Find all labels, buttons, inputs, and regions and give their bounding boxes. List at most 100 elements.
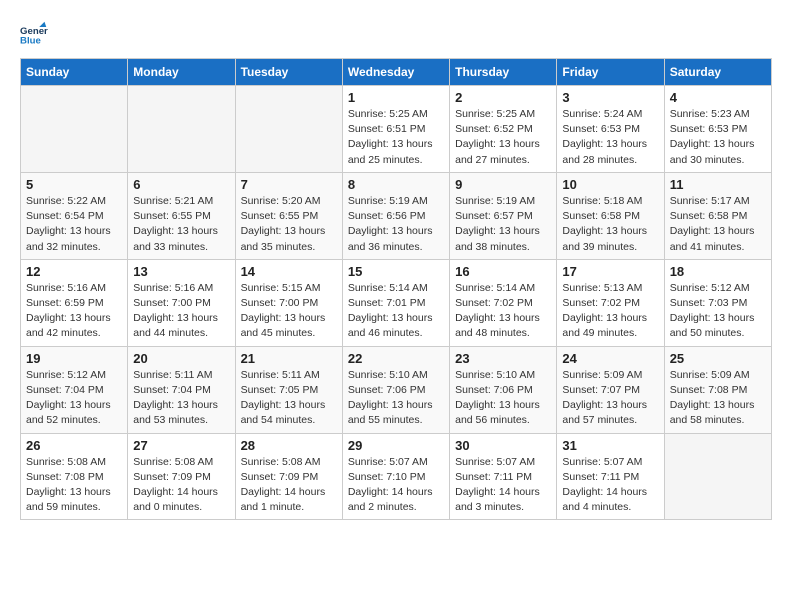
calendar-day-cell: 19 Sunrise: 5:12 AM Sunset: 7:04 PM Dayli…: [21, 346, 128, 433]
calendar-day-cell: 1 Sunrise: 5:25 AM Sunset: 6:51 PM Daylig…: [342, 86, 449, 173]
calendar-week-row: 5 Sunrise: 5:22 AM Sunset: 6:54 PM Daylig…: [21, 172, 772, 259]
day-info: Sunrise: 5:12 AM Sunset: 7:04 PM Dayligh…: [26, 368, 122, 429]
calendar-day-cell: 14 Sunrise: 5:15 AM Sunset: 7:00 PM Dayli…: [235, 259, 342, 346]
day-info: Sunrise: 5:25 AM Sunset: 6:52 PM Dayligh…: [455, 107, 551, 168]
day-number: 19: [26, 351, 122, 366]
day-number: 21: [241, 351, 337, 366]
logo: General Blue: [20, 20, 52, 48]
day-number: 2: [455, 90, 551, 105]
day-info: Sunrise: 5:10 AM Sunset: 7:06 PM Dayligh…: [455, 368, 551, 429]
day-number: 1: [348, 90, 444, 105]
calendar-day-cell: [128, 86, 235, 173]
day-number: 27: [133, 438, 229, 453]
calendar-day-cell: 6 Sunrise: 5:21 AM Sunset: 6:55 PM Daylig…: [128, 172, 235, 259]
day-info: Sunrise: 5:11 AM Sunset: 7:05 PM Dayligh…: [241, 368, 337, 429]
day-number: 31: [562, 438, 658, 453]
day-info: Sunrise: 5:13 AM Sunset: 7:02 PM Dayligh…: [562, 281, 658, 342]
calendar-day-cell: 31 Sunrise: 5:07 AM Sunset: 7:11 PM Dayli…: [557, 433, 664, 520]
calendar-table: SundayMondayTuesdayWednesdayThursdayFrid…: [20, 58, 772, 520]
calendar-week-row: 26 Sunrise: 5:08 AM Sunset: 7:08 PM Dayli…: [21, 433, 772, 520]
calendar-day-cell: 25 Sunrise: 5:09 AM Sunset: 7:08 PM Dayli…: [664, 346, 771, 433]
calendar-day-cell: [664, 433, 771, 520]
day-number: 25: [670, 351, 766, 366]
calendar-day-cell: 18 Sunrise: 5:12 AM Sunset: 7:03 PM Dayli…: [664, 259, 771, 346]
day-number: 4: [670, 90, 766, 105]
day-number: 29: [348, 438, 444, 453]
day-info: Sunrise: 5:08 AM Sunset: 7:09 PM Dayligh…: [133, 455, 229, 516]
calendar-day-cell: 2 Sunrise: 5:25 AM Sunset: 6:52 PM Daylig…: [450, 86, 557, 173]
calendar-day-cell: 7 Sunrise: 5:20 AM Sunset: 6:55 PM Daylig…: [235, 172, 342, 259]
calendar-day-cell: 30 Sunrise: 5:07 AM Sunset: 7:11 PM Dayli…: [450, 433, 557, 520]
day-number: 26: [26, 438, 122, 453]
calendar-day-cell: 10Sunrise: 5:18 AM Sunset: 6:58 PM Dayli…: [557, 172, 664, 259]
day-info: Sunrise: 5:20 AM Sunset: 6:55 PM Dayligh…: [241, 194, 337, 255]
calendar-day-cell: 29Sunrise: 5:07 AM Sunset: 7:10 PM Dayli…: [342, 433, 449, 520]
calendar-week-row: 19 Sunrise: 5:12 AM Sunset: 7:04 PM Dayli…: [21, 346, 772, 433]
day-info: Sunrise: 5:08 AM Sunset: 7:09 PM Dayligh…: [241, 455, 337, 516]
day-info: Sunrise: 5:14 AM Sunset: 7:02 PM Dayligh…: [455, 281, 551, 342]
calendar-day-cell: 23 Sunrise: 5:10 AM Sunset: 7:06 PM Dayli…: [450, 346, 557, 433]
day-info: Sunrise: 5:25 AM Sunset: 6:51 PM Dayligh…: [348, 107, 444, 168]
day-number: 18: [670, 264, 766, 279]
day-number: 20: [133, 351, 229, 366]
day-number: 8: [348, 177, 444, 192]
calendar-day-cell: 26 Sunrise: 5:08 AM Sunset: 7:08 PM Dayli…: [21, 433, 128, 520]
day-number: 17: [562, 264, 658, 279]
calendar-header-row: SundayMondayTuesdayWednesdayThursdayFrid…: [21, 59, 772, 86]
day-info: Sunrise: 5:09 AM Sunset: 7:08 PM Dayligh…: [670, 368, 766, 429]
weekday-header: Thursday: [450, 59, 557, 86]
day-number: 23: [455, 351, 551, 366]
weekday-header: Wednesday: [342, 59, 449, 86]
day-info: Sunrise: 5:24 AM Sunset: 6:53 PM Dayligh…: [562, 107, 658, 168]
day-number: 16: [455, 264, 551, 279]
calendar-day-cell: 15 Sunrise: 5:14 AM Sunset: 7:01 PM Dayli…: [342, 259, 449, 346]
day-number: 11: [670, 177, 766, 192]
page-header: General Blue: [20, 20, 772, 48]
calendar-day-cell: 12Sunrise: 5:16 AM Sunset: 6:59 PM Dayli…: [21, 259, 128, 346]
day-number: 30: [455, 438, 551, 453]
day-info: Sunrise: 5:08 AM Sunset: 7:08 PM Dayligh…: [26, 455, 122, 516]
day-info: Sunrise: 5:17 AM Sunset: 6:58 PM Dayligh…: [670, 194, 766, 255]
day-number: 5: [26, 177, 122, 192]
calendar-day-cell: 11 Sunrise: 5:17 AM Sunset: 6:58 PM Dayli…: [664, 172, 771, 259]
calendar-day-cell: 21 Sunrise: 5:11 AM Sunset: 7:05 PM Dayli…: [235, 346, 342, 433]
calendar-day-cell: 28Sunrise: 5:08 AM Sunset: 7:09 PM Dayli…: [235, 433, 342, 520]
day-info: Sunrise: 5:22 AM Sunset: 6:54 PM Dayligh…: [26, 194, 122, 255]
day-number: 7: [241, 177, 337, 192]
day-number: 13: [133, 264, 229, 279]
day-info: Sunrise: 5:21 AM Sunset: 6:55 PM Dayligh…: [133, 194, 229, 255]
day-info: Sunrise: 5:07 AM Sunset: 7:11 PM Dayligh…: [455, 455, 551, 516]
day-number: 15: [348, 264, 444, 279]
calendar-day-cell: 27 Sunrise: 5:08 AM Sunset: 7:09 PM Dayli…: [128, 433, 235, 520]
day-info: Sunrise: 5:09 AM Sunset: 7:07 PM Dayligh…: [562, 368, 658, 429]
day-number: 12: [26, 264, 122, 279]
weekday-header: Tuesday: [235, 59, 342, 86]
day-number: 22: [348, 351, 444, 366]
day-number: 24: [562, 351, 658, 366]
day-info: Sunrise: 5:11 AM Sunset: 7:04 PM Dayligh…: [133, 368, 229, 429]
day-info: Sunrise: 5:16 AM Sunset: 7:00 PM Dayligh…: [133, 281, 229, 342]
day-info: Sunrise: 5:15 AM Sunset: 7:00 PM Dayligh…: [241, 281, 337, 342]
calendar-week-row: 12Sunrise: 5:16 AM Sunset: 6:59 PM Dayli…: [21, 259, 772, 346]
day-info: Sunrise: 5:07 AM Sunset: 7:11 PM Dayligh…: [562, 455, 658, 516]
calendar-day-cell: 16 Sunrise: 5:14 AM Sunset: 7:02 PM Dayli…: [450, 259, 557, 346]
calendar-day-cell: 5 Sunrise: 5:22 AM Sunset: 6:54 PM Daylig…: [21, 172, 128, 259]
day-info: Sunrise: 5:10 AM Sunset: 7:06 PM Dayligh…: [348, 368, 444, 429]
calendar-day-cell: [235, 86, 342, 173]
day-info: Sunrise: 5:19 AM Sunset: 6:57 PM Dayligh…: [455, 194, 551, 255]
weekday-header: Monday: [128, 59, 235, 86]
day-number: 9: [455, 177, 551, 192]
day-number: 10: [562, 177, 658, 192]
calendar-day-cell: 24 Sunrise: 5:09 AM Sunset: 7:07 PM Dayli…: [557, 346, 664, 433]
day-number: 6: [133, 177, 229, 192]
day-number: 14: [241, 264, 337, 279]
day-info: Sunrise: 5:19 AM Sunset: 6:56 PM Dayligh…: [348, 194, 444, 255]
day-info: Sunrise: 5:12 AM Sunset: 7:03 PM Dayligh…: [670, 281, 766, 342]
day-info: Sunrise: 5:23 AM Sunset: 6:53 PM Dayligh…: [670, 107, 766, 168]
calendar-day-cell: 4 Sunrise: 5:23 AM Sunset: 6:53 PM Daylig…: [664, 86, 771, 173]
calendar-day-cell: 22 Sunrise: 5:10 AM Sunset: 7:06 PM Dayli…: [342, 346, 449, 433]
day-info: Sunrise: 5:14 AM Sunset: 7:01 PM Dayligh…: [348, 281, 444, 342]
calendar-day-cell: [21, 86, 128, 173]
day-number: 3: [562, 90, 658, 105]
calendar-day-cell: 8 Sunrise: 5:19 AM Sunset: 6:56 PM Daylig…: [342, 172, 449, 259]
